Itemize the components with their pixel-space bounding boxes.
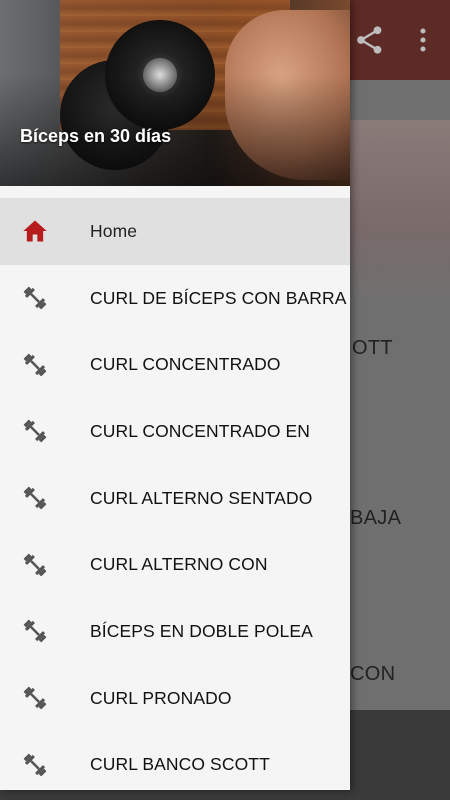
more-vert-icon [420, 28, 426, 52]
background-list-text: BAJA [350, 507, 402, 529]
background-image [350, 120, 450, 300]
menu-item-label: CURL CONCENTRADO [90, 354, 281, 375]
menu-item-label: CURL DE BÍCEPS CON BARRA [90, 287, 347, 308]
menu-item-label: CURL ALTERNO CON [90, 554, 268, 575]
menu-item-curl-alterno-sentado[interactable]: CURL ALTERNO SENTADO [0, 465, 350, 532]
background-list-text: CON [350, 663, 396, 685]
home-icon [20, 216, 50, 246]
dumbbell-icon [20, 483, 50, 513]
menu-item-curl-concentrado-en[interactable]: CURL CONCENTRADO EN [0, 398, 350, 465]
menu-item-label: Home [90, 220, 138, 241]
menu-item-curl-alterno-con[interactable]: CURL ALTERNO CON [0, 531, 350, 598]
menu-item-curl-banco-scott[interactable]: CURL BANCO SCOTT [0, 732, 350, 799]
menu-item-label: CURL PRONADO [90, 687, 232, 708]
more-options-button[interactable] [405, 22, 441, 58]
dumbbell-icon [20, 416, 50, 446]
dumbbell-icon [20, 550, 50, 580]
menu-item-curl-concentrado[interactable]: CURL CONCENTRADO [0, 331, 350, 398]
drawer-title: Bíceps en 30 días [20, 126, 172, 146]
dumbbell-icon [20, 283, 50, 313]
background-list-text: OTT [352, 337, 393, 359]
dumbbell-icon [20, 750, 50, 780]
drawer-header: Bíceps en 30 días [0, 0, 350, 186]
menu-item-label: CURL ALTERNO SENTADO [90, 487, 313, 508]
share-button[interactable] [352, 22, 388, 58]
menu-item-biceps-doble-polea[interactable]: BÍCEPS EN DOBLE POLEA [0, 598, 350, 665]
dumbbell-icon [20, 683, 50, 713]
dumbbell-icon [20, 350, 50, 380]
share-icon [357, 26, 382, 54]
menu-item-curl-pronado[interactable]: CURL PRONADO [0, 665, 350, 732]
drawer-menu: Home CURL DE BÍCEPS CON BARRA CURL CONCE… [0, 198, 350, 798]
menu-item-curl-biceps-barra[interactable]: CURL DE BÍCEPS CON BARRA [0, 265, 350, 332]
menu-item-label: CURL CONCENTRADO EN [90, 420, 311, 441]
dumbbell-icon [20, 616, 50, 646]
navigation-drawer: Bíceps en 30 días Home CURL DE BÍCEPS CO… [0, 0, 350, 790]
menu-item-home[interactable]: Home [0, 198, 350, 265]
menu-item-label: BÍCEPS EN DOBLE POLEA [90, 620, 313, 641]
menu-item-label: CURL BANCO SCOTT [90, 754, 270, 775]
